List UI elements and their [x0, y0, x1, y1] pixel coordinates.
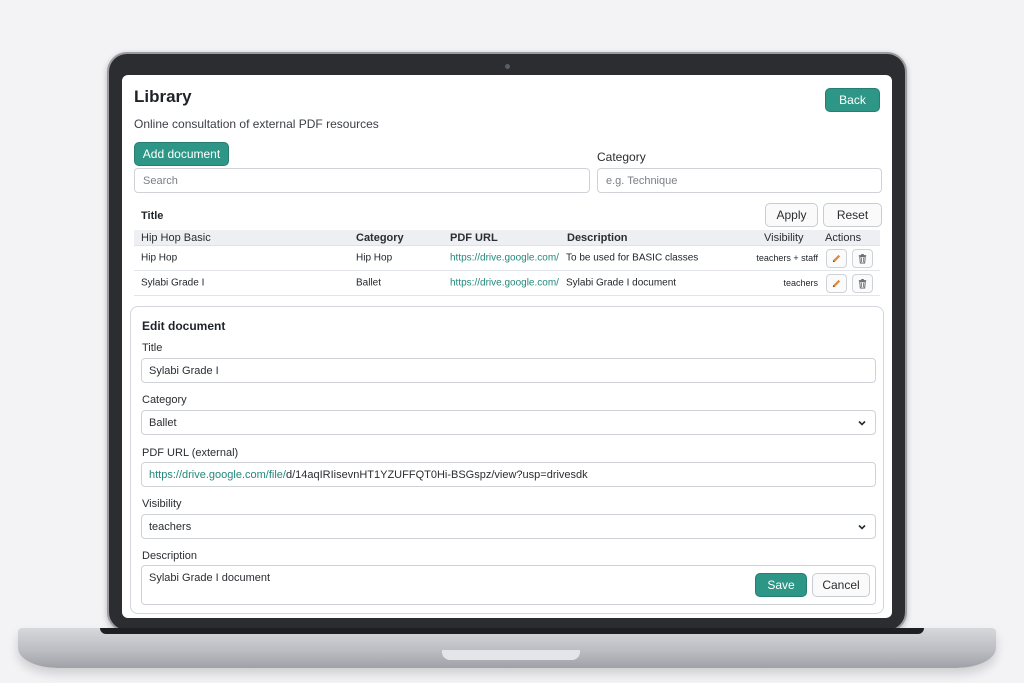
row-visibility: teachers [783, 278, 818, 288]
edit-panel-title: Edit document [142, 319, 226, 333]
laptop-hinge [100, 628, 924, 634]
edit-button[interactable] [826, 249, 847, 268]
page-title: Library [134, 87, 192, 106]
edit-button[interactable] [826, 274, 847, 293]
pencil-icon [832, 254, 841, 263]
pdf-url-field-label: PDF URL (external) [142, 447, 239, 459]
page-subtitle: Online consultation of external PDF reso… [134, 117, 379, 131]
laptop-base [18, 628, 996, 668]
category-filter-label: Category [597, 150, 646, 164]
row-visibility: teachers + staff [756, 253, 818, 263]
title-filter-label: Title [141, 210, 164, 222]
category-field-label: Category [142, 394, 187, 406]
row-title: Hip Hop [141, 252, 178, 264]
pdf-url-value-link: https://drive.google.com/file/ [149, 468, 286, 481]
description-field-label: Description [142, 550, 198, 562]
title-field-label: Title [142, 342, 163, 354]
trash-icon [858, 279, 867, 289]
description-value: Sylabi Grade I document [149, 572, 271, 584]
delete-button[interactable] [852, 274, 873, 293]
pencil-icon [832, 279, 841, 288]
column-header-category: Category [356, 231, 404, 244]
row-pdf-link[interactable]: https://drive.google.com/ [450, 253, 563, 264]
reset-button[interactable]: Reset [823, 203, 882, 227]
title-field[interactable]: Sylabi Grade I [141, 358, 876, 383]
row-category: Hip Hop [356, 252, 393, 264]
chevron-down-icon [858, 420, 866, 426]
row-category: Ballet [356, 277, 382, 289]
table-row: Sylabi Grade I Ballet https://drive.goog… [134, 271, 880, 296]
row-description: To be used for BASIC classes [566, 252, 699, 264]
apply-button[interactable]: Apply [765, 203, 818, 227]
delete-button[interactable] [852, 249, 873, 268]
add-document-button[interactable]: Add document [134, 142, 229, 166]
row-pdf-link[interactable]: https://drive.google.com/ [450, 278, 563, 289]
save-button[interactable]: Save [755, 573, 807, 597]
cancel-button[interactable]: Cancel [812, 573, 870, 597]
column-header-description: Description [567, 231, 628, 244]
documents-table: Hip Hop Basic Category PDF URL Descripti… [134, 230, 880, 296]
app-screen: Library Online consultation of external … [122, 75, 892, 618]
pdf-url-value-rest: d/14aqIRIisevnHT1YZUFFQT0Hi-BSGspz/view?… [285, 468, 588, 481]
column-header-title: Hip Hop Basic [141, 231, 211, 244]
search-input[interactable]: Search [134, 168, 590, 193]
title-field-value: Sylabi Grade I [149, 364, 219, 377]
row-description: Sylabi Grade I document [566, 277, 677, 289]
category-select-value: Ballet [149, 416, 177, 429]
column-header-actions: Actions [825, 231, 862, 244]
category-filter-input[interactable]: e.g. Technique [597, 168, 882, 193]
trash-icon [858, 254, 867, 264]
visibility-field-label: Visibility [142, 498, 182, 510]
camera [505, 64, 510, 69]
edit-document-panel: Edit document Title Sylabi Grade I Categ… [130, 306, 884, 614]
chevron-down-icon [858, 524, 866, 530]
column-header-visibility: Visibility [764, 231, 804, 244]
table-header: Hip Hop Basic Category PDF URL Descripti… [134, 230, 880, 246]
row-title: Sylabi Grade I [141, 277, 205, 289]
table-row: Hip Hop Hip Hop https://drive.google.com… [134, 246, 880, 271]
visibility-select-value: teachers [149, 520, 192, 533]
visibility-select[interactable]: teachers [141, 514, 876, 539]
column-header-url: PDF URL [450, 231, 498, 244]
category-select[interactable]: Ballet [141, 410, 876, 435]
pdf-url-field[interactable]: https://drive.google.com/file/d/14aqIRIi… [141, 462, 876, 487]
back-button[interactable]: Back [825, 88, 880, 112]
laptop-notch [442, 650, 580, 660]
